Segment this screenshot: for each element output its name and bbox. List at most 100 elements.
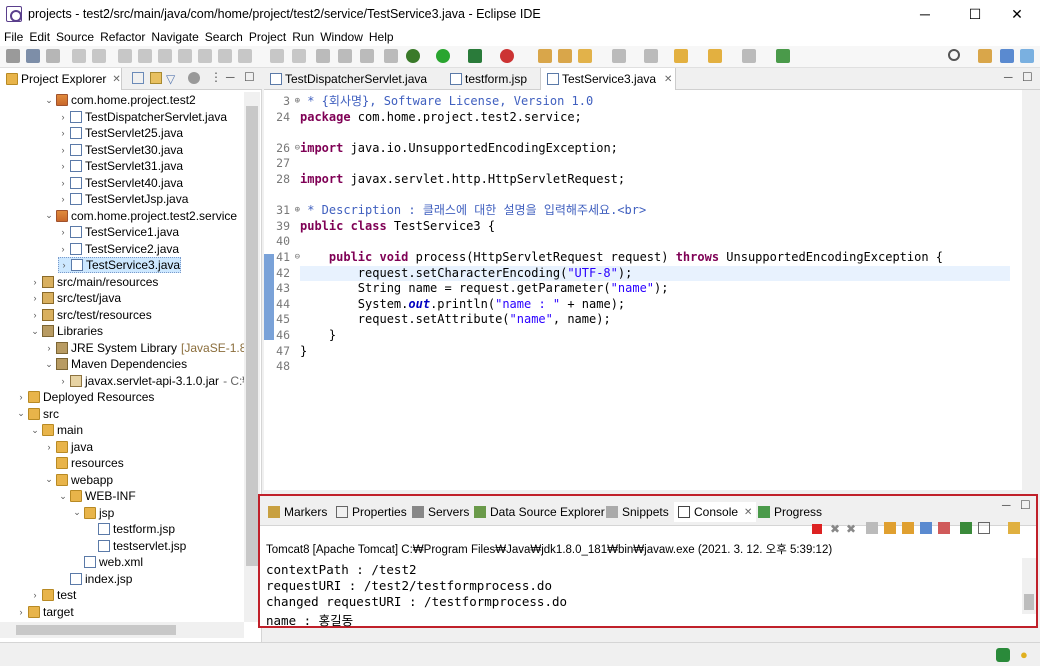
block-selection-icon[interactable] [338, 49, 352, 63]
clear-console-icon[interactable] [866, 522, 878, 534]
step-into-icon[interactable] [198, 49, 212, 63]
drop-frame-icon[interactable] [270, 49, 284, 63]
console-scrollbar-thumb[interactable] [1024, 594, 1034, 610]
console-maximize-icon[interactable]: ☐ [1020, 498, 1031, 512]
expand-toggle-icon[interactable]: ⌄ [44, 474, 54, 485]
tree-item[interactable]: ⌄ src [16, 406, 59, 422]
tree-item[interactable]: › src/test/java [30, 290, 122, 306]
expand-toggle-icon[interactable]: › [44, 343, 54, 353]
console-scrollbar[interactable] [1022, 558, 1036, 614]
tab-markers[interactable]: Markers [268, 502, 327, 522]
search-icon[interactable] [948, 49, 960, 61]
tree-item[interactable]: ⌄ webapp [44, 472, 113, 488]
collapse-all-icon[interactable] [132, 72, 144, 84]
tree-item[interactable]: › TestServlet40.java [58, 175, 184, 191]
close-tab-icon[interactable]: ✕ [744, 507, 752, 518]
back-icon[interactable] [708, 49, 722, 63]
menu-search[interactable]: Search [205, 30, 243, 44]
close-tab-icon[interactable]: ✕ [664, 74, 672, 85]
editor-tab-testform[interactable]: testform.jsp [444, 68, 540, 90]
tree-item[interactable]: › TestService3.java [58, 257, 182, 273]
forward-icon[interactable] [742, 49, 756, 63]
tree-item[interactable]: › target [16, 604, 74, 620]
menu-source[interactable]: Source [56, 30, 94, 44]
menu-navigate[interactable]: Navigate [151, 30, 198, 44]
tree-item[interactable]: web.xml [72, 554, 143, 570]
show-stdout-icon[interactable] [920, 522, 932, 534]
new-class-icon[interactable] [578, 49, 592, 63]
menu-edit[interactable]: Edit [29, 30, 50, 44]
disconnect-icon[interactable] [178, 49, 192, 63]
minimize-view-icon[interactable]: ─ [226, 70, 235, 84]
word-wrap-icon[interactable] [902, 522, 914, 534]
expand-toggle-icon[interactable]: › [30, 293, 40, 303]
expand-toggle-icon[interactable]: ⌄ [44, 359, 54, 370]
run-icon[interactable] [436, 49, 450, 63]
save-icon[interactable] [26, 49, 40, 63]
external-tools-icon[interactable] [500, 49, 514, 63]
tree-item[interactable]: testservlet.jsp [86, 538, 186, 554]
skip-icon[interactable] [92, 49, 106, 63]
pilcrow-icon[interactable] [384, 49, 398, 63]
tree-item[interactable]: ⌄ Libraries [30, 323, 103, 339]
console-minimize-icon[interactable]: ─ [1002, 498, 1011, 512]
menu-refactor[interactable]: Refactor [100, 30, 145, 44]
tree-item[interactable]: › src/main/resources [30, 274, 159, 290]
prev-annotation-icon[interactable] [644, 49, 658, 63]
expand-toggle-icon[interactable]: › [58, 194, 68, 204]
debug-icon[interactable] [72, 49, 86, 63]
debug-bug-icon[interactable] [406, 49, 420, 63]
expand-toggle-icon[interactable]: › [58, 145, 68, 155]
expand-toggle-icon[interactable]: ⌄ [44, 95, 54, 106]
tree-item[interactable]: ⌄ Maven Dependencies [44, 356, 187, 372]
editor-scrollbar[interactable] [1022, 90, 1040, 490]
menu-run[interactable]: Run [292, 30, 314, 44]
pin-console-icon[interactable] [960, 522, 972, 534]
tree-item[interactable]: › JRE System Library [JavaSE-1.8] [44, 340, 245, 356]
resume-icon[interactable] [118, 49, 132, 63]
scroll-lock-icon[interactable] [884, 522, 896, 534]
last-edit-icon[interactable] [674, 49, 688, 63]
code-editor[interactable]: 3 ⊕ * {회사명}, Software License, Version 1.… [264, 90, 1024, 490]
expand-toggle-icon[interactable]: ⌄ [30, 425, 40, 436]
editor-tab-testservice3[interactable]: TestService3.java ✕ [540, 68, 676, 90]
expand-toggle-icon[interactable]: › [58, 227, 68, 237]
use-step-filters-icon[interactable] [292, 49, 306, 63]
tree-item[interactable]: ⌄ jsp [72, 505, 114, 521]
open-perspective-icon[interactable] [978, 49, 992, 63]
menu-project[interactable]: Project [249, 30, 286, 44]
expand-toggle-icon[interactable]: › [30, 277, 40, 287]
expand-toggle-icon[interactable]: › [58, 244, 68, 254]
toggle-mark-icon[interactable] [316, 49, 330, 63]
terminate-icon[interactable] [812, 524, 822, 534]
tip-bulb-icon[interactable]: ● [1020, 647, 1028, 662]
new-java-project-icon[interactable] [538, 49, 552, 63]
expand-toggle-icon[interactable]: › [16, 392, 26, 402]
tree-item[interactable]: ⌄ com.home.project.test2.service [44, 208, 237, 224]
tree-item[interactable]: › TestServlet30.java [58, 142, 184, 158]
tree-item[interactable]: ⌄ main [30, 422, 83, 438]
editor-maximize-icon[interactable]: ☐ [1022, 70, 1033, 84]
tree-item[interactable]: › TestServletJsp.java [58, 191, 189, 207]
tree-item[interactable]: › TestService2.java [58, 241, 180, 257]
view-menu-icon[interactable]: ⋮ [210, 70, 222, 84]
explorer-hscrollbar[interactable] [0, 622, 244, 638]
expand-toggle-icon[interactable]: ⌄ [72, 507, 82, 518]
menu-help[interactable]: Help [369, 30, 394, 44]
step-return-icon[interactable] [238, 49, 252, 63]
java-ee-perspective-icon[interactable] [1000, 49, 1014, 63]
focus-icon[interactable] [188, 72, 200, 84]
coverage-icon[interactable] [468, 49, 482, 63]
tab-console[interactable]: Console ✕ [674, 502, 757, 522]
tree-item[interactable]: › TestService1.java [58, 224, 180, 240]
tab-data-source-explorer[interactable]: Data Source Explorer [474, 502, 605, 522]
open-console-icon[interactable] [1008, 522, 1020, 534]
updates-icon[interactable] [996, 648, 1010, 662]
tab-project-explorer[interactable]: Project Explorer ✕ [0, 68, 122, 90]
expand-toggle-icon[interactable]: › [16, 607, 26, 617]
expand-toggle-icon[interactable]: › [30, 310, 40, 320]
menu-window[interactable]: Window [320, 30, 363, 44]
display-console-icon[interactable] [978, 522, 990, 534]
tree-item[interactable]: › TestServlet31.java [58, 158, 184, 174]
fold-toggle-icon[interactable]: ⊖ [290, 250, 300, 265]
